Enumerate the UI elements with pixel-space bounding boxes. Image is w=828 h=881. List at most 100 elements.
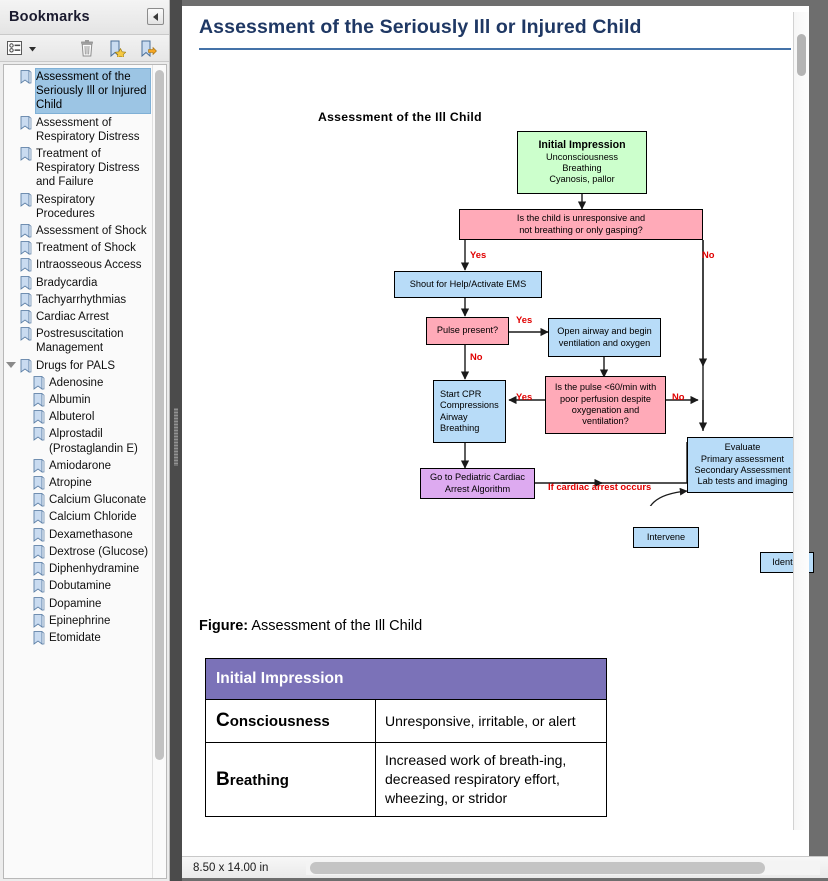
bookmark-label: Amiodarone xyxy=(49,459,112,472)
bookmark-item[interactable]: Assessment of Respiratory Distress xyxy=(4,114,152,145)
bookmark-item[interactable]: Cardiac Arrest xyxy=(4,308,152,325)
bookmark-label: Respiratory Procedures xyxy=(36,193,95,220)
bookmark-item[interactable]: Calcium Gluconate xyxy=(4,491,152,508)
bookmark-item[interactable]: Alprostadil (Prostaglandin E) xyxy=(4,425,152,456)
bookmark-label: Calcium Gluconate xyxy=(49,494,147,507)
bookmark-item[interactable]: Bradycardia xyxy=(4,274,152,291)
node-header: Initial Impression xyxy=(538,139,626,152)
twisty-placeholder xyxy=(4,375,18,379)
bookmark-item[interactable]: Etomidate xyxy=(4,629,152,646)
new-bookmark-icon[interactable] xyxy=(109,40,126,57)
page-size-label: 8.50 x 14.00 in xyxy=(193,861,269,874)
twisty-placeholder xyxy=(4,115,18,119)
bookmark-label: Assessment of Shock xyxy=(36,225,147,238)
bookmark-item[interactable]: Respiratory Procedures xyxy=(4,191,152,222)
twisty-placeholder xyxy=(4,392,18,396)
table-cell-description: Unresponsive, irritable, or alert xyxy=(375,699,607,743)
bookmark-item[interactable]: Dopamine xyxy=(4,595,152,612)
edge-label-no-3: No xyxy=(672,391,685,402)
bookmark-item[interactable]: Treatment of Respiratory Distress and Fa… xyxy=(4,145,152,191)
node-line: Go to Pediatric Cardiac xyxy=(430,472,525,483)
node-line: Start CPR xyxy=(440,388,482,399)
bookmark-item[interactable]: Tachyarrhythmias xyxy=(4,291,152,308)
bookmark-label: Dobutamine xyxy=(49,580,112,593)
bookmark-item[interactable]: Assessment of Shock xyxy=(4,222,152,239)
bookmark-label: Albumin xyxy=(49,394,91,407)
bookmark-item[interactable]: Calcium Chloride xyxy=(4,508,152,525)
figure-caption: Figure: Assessment of the Ill Child xyxy=(199,618,422,634)
node-line: Arrest Algorithm xyxy=(444,483,511,494)
bookmark-item[interactable]: Epinephrine xyxy=(4,612,152,629)
bookmark-item[interactable]: Intraosseous Access xyxy=(4,256,152,273)
node-line: Unconsciousness xyxy=(545,151,618,162)
node-line: Shout for Help/Activate EMS xyxy=(409,278,527,289)
pdf-viewer-window: Bookmarks Assessment of the Seriously Il… xyxy=(0,0,828,881)
document-vertical-scrollbar-thumb[interactable] xyxy=(797,34,806,76)
bookmark-item[interactable]: Atropine xyxy=(4,474,152,491)
bookmark-icon xyxy=(33,544,45,559)
table-row: Consciousness Unresponsive, irritable, or… xyxy=(205,699,607,743)
flow-node-shout-for-help: Shout for Help/Activate EMS xyxy=(394,271,542,298)
bookmark-icon xyxy=(20,292,32,307)
node-line: ventilation? xyxy=(582,416,629,427)
bookmark-item[interactable]: Drugs for PALS xyxy=(4,357,152,374)
bookmarks-scrollbar-thumb[interactable] xyxy=(155,70,164,760)
term-rest: onsciousness xyxy=(229,713,330,730)
bookmark-icon xyxy=(33,392,45,407)
bookmark-icon xyxy=(20,192,32,207)
bookmarks-sidebar: Bookmarks Assessment of the Seriously Il… xyxy=(0,0,170,881)
trash-glyph xyxy=(81,39,93,56)
bookmark-item[interactable]: Albuterol xyxy=(4,408,152,425)
bookmark-label: Alprostadil (Prostaglandin E) xyxy=(49,428,138,455)
trash-icon[interactable] xyxy=(79,39,95,57)
edge-label-yes-3: Yes xyxy=(516,391,533,402)
node-line: Breathing xyxy=(440,422,480,433)
bookmark-label: Calcium Chloride xyxy=(49,511,137,524)
bookmark-icon xyxy=(33,613,45,628)
bookmark-item[interactable]: Albumin xyxy=(4,391,152,408)
bookmark-item[interactable]: Amiodarone xyxy=(4,457,152,474)
bookmark-icon xyxy=(20,223,32,238)
twisty-placeholder xyxy=(4,69,18,73)
flow-node-goto-cardiac-arrest: Go to Pediatric Cardiac Arrest Algorithm xyxy=(420,468,535,499)
collapse-triangle xyxy=(153,12,158,21)
bookmark-item[interactable]: Treatment of Shock xyxy=(4,239,152,256)
bookmark-item[interactable]: Dobutamine xyxy=(4,577,152,594)
bookmark-icon xyxy=(33,458,45,473)
bookmark-item[interactable]: Dexamethasone xyxy=(4,526,152,543)
bookmark-item[interactable]: Adenosine xyxy=(4,374,152,391)
collapse-left-icon[interactable] xyxy=(147,8,164,25)
term-rest: reathing xyxy=(229,771,289,789)
node-line: Compressions xyxy=(440,400,499,411)
bookmark-options-icon[interactable] xyxy=(7,40,37,56)
bookmark-label: Postresuscitation Management xyxy=(36,328,124,355)
bookmark-icon xyxy=(20,241,32,256)
bookmarks-scrollbar[interactable] xyxy=(152,65,166,878)
panel-splitter[interactable] xyxy=(170,0,182,881)
document-horizontal-scrollbar-thumb[interactable] xyxy=(310,861,765,874)
node-line: Is the child is unresponsive and xyxy=(516,213,646,224)
node-line: Lab tests and imaging xyxy=(697,476,788,487)
bookmark-icon xyxy=(33,475,45,490)
chevron-down-icon[interactable] xyxy=(4,358,18,368)
table-row: Breathing Increased work of breath-ing, d… xyxy=(205,742,607,817)
bookmark-icon xyxy=(20,309,32,324)
goto-bookmark-icon[interactable] xyxy=(140,40,157,57)
edge-label-no-2: No xyxy=(470,351,483,362)
twisty-placeholder xyxy=(4,509,18,513)
bookmark-label: Dexamethasone xyxy=(49,528,133,541)
bookmarks-list: Assessment of the Seriously Ill or Injur… xyxy=(4,65,152,878)
document-vertical-scrollbar[interactable] xyxy=(793,12,809,830)
bookmarks-toolbar xyxy=(0,35,169,62)
bookmark-label: Albuterol xyxy=(49,411,95,424)
node-line: oxygenation and xyxy=(571,405,640,415)
twisty-placeholder xyxy=(4,561,18,565)
bookmark-item[interactable]: Postresuscitation Management xyxy=(4,325,152,356)
node-line: poor perfusion despite xyxy=(560,393,651,404)
bookmark-item[interactable]: Assessment of the Seriously Ill or Injur… xyxy=(4,68,152,114)
bookmark-item[interactable]: Dextrose (Glucose) xyxy=(4,543,152,560)
bookmark-label: Dextrose (Glucose) xyxy=(49,545,149,558)
twisty-placeholder xyxy=(4,527,18,531)
document-horizontal-scrollbar[interactable] xyxy=(306,860,820,875)
bookmark-item[interactable]: Diphenhydramine xyxy=(4,560,152,577)
